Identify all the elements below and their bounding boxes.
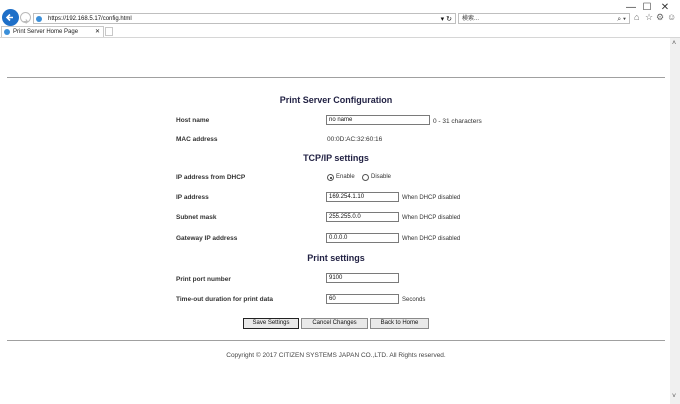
ie-tab-icon bbox=[4, 29, 10, 35]
ip-hint: When DHCP disabled bbox=[402, 195, 461, 201]
mac-value: 00:0D:AC:32:60:16 bbox=[327, 136, 383, 143]
tab-title: Print Server Home Page bbox=[13, 29, 79, 35]
print-heading: Print settings bbox=[307, 253, 365, 263]
home-icon[interactable]: ⌂ bbox=[634, 12, 639, 22]
host-name-hint: 0 - 31 characters bbox=[433, 118, 482, 125]
search-icon[interactable]: ⌕ ▾ bbox=[617, 14, 626, 25]
tcpip-heading: TCP/IP settings bbox=[303, 153, 369, 163]
dhcp-enable-radio[interactable] bbox=[327, 174, 334, 181]
gateway-hint: When DHCP disabled bbox=[402, 236, 461, 242]
browser-chrome: — ☐ ✕ https://192.168.5.17/config.html ▾… bbox=[0, 0, 680, 40]
scroll-up-icon[interactable]: ˄ bbox=[672, 40, 676, 47]
search-input[interactable]: 検索... ⌕ ▾ bbox=[458, 13, 630, 24]
timeout-label: Time-out duration for print data bbox=[176, 296, 274, 303]
dhcp-enable-label: Enable bbox=[336, 174, 355, 180]
ip-label: IP address bbox=[176, 194, 209, 201]
back-button[interactable] bbox=[2, 9, 19, 26]
host-name-label: Host name bbox=[176, 117, 210, 124]
timeout-unit: Seconds bbox=[402, 297, 426, 303]
vertical-scrollbar[interactable]: ˄ ˅ bbox=[670, 38, 680, 404]
copyright-text: Copyright © 2017 CITIZEN SYSTEMS JAPAN C… bbox=[226, 352, 446, 359]
back-arrow-icon bbox=[5, 13, 13, 22]
gateway-input[interactable]: 0.0.0.0 bbox=[326, 233, 399, 243]
forward-arrow-icon bbox=[23, 19, 29, 24]
timeout-input[interactable]: 60 bbox=[326, 294, 399, 304]
dhcp-disable-label: Disable bbox=[371, 174, 392, 180]
address-text: https://192.168.5.17/config.html bbox=[48, 16, 132, 22]
ie-page-icon bbox=[36, 16, 42, 22]
host-name-input[interactable]: no name bbox=[326, 115, 430, 125]
dhcp-label: IP address from DHCP bbox=[176, 174, 246, 181]
subnet-input[interactable]: 255.255.0.0 bbox=[326, 212, 399, 222]
star-icon[interactable]: ☆ bbox=[645, 12, 653, 23]
save-settings-button[interactable]: Save Settings bbox=[243, 318, 299, 329]
mac-label: MAC address bbox=[176, 136, 218, 143]
cancel-changes-button[interactable]: Cancel Changes bbox=[301, 318, 368, 329]
subnet-label: Subnet mask bbox=[176, 214, 217, 221]
dhcp-disable-radio[interactable] bbox=[362, 174, 369, 181]
gateway-label: Gateway IP address bbox=[176, 235, 238, 242]
new-tab-button[interactable] bbox=[105, 27, 113, 36]
gear-icon[interactable]: ⚙ bbox=[656, 12, 664, 23]
forward-button[interactable] bbox=[20, 12, 31, 24]
refresh-icon[interactable]: ▾ ↻ bbox=[441, 14, 452, 25]
smiley-icon[interactable]: ☺ bbox=[667, 12, 676, 22]
top-divider bbox=[7, 77, 665, 78]
scroll-down-icon[interactable]: ˅ bbox=[672, 393, 676, 400]
bottom-divider bbox=[7, 340, 665, 341]
port-label: Print port number bbox=[176, 276, 231, 283]
address-bar[interactable]: https://192.168.5.17/config.html ▾ ↻ bbox=[33, 13, 456, 24]
subnet-hint: When DHCP disabled bbox=[402, 215, 461, 221]
tab-print-server[interactable]: Print Server Home Page ✕ bbox=[1, 26, 104, 37]
ip-input[interactable]: 169.254.1.10 bbox=[326, 192, 399, 202]
search-placeholder: 検索... bbox=[462, 16, 480, 22]
port-input[interactable]: 9100 bbox=[326, 273, 399, 283]
page-title: Print Server Configuration bbox=[279, 95, 393, 105]
tabstrip-divider bbox=[0, 37, 680, 38]
back-to-home-button[interactable]: Back to Home bbox=[370, 318, 429, 329]
